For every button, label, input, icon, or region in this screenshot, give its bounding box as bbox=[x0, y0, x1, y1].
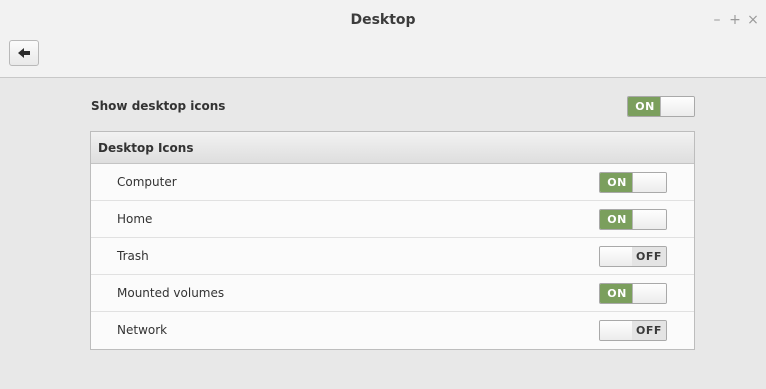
row-label: Computer bbox=[117, 175, 177, 189]
minimize-button[interactable]: – bbox=[708, 11, 726, 29]
switch-knob bbox=[600, 321, 634, 340]
switch-knob bbox=[632, 210, 666, 229]
switch-knob bbox=[660, 97, 694, 116]
computer-switch[interactable]: ON bbox=[599, 172, 667, 193]
close-button[interactable]: × bbox=[744, 11, 762, 29]
back-arrow-icon bbox=[18, 48, 30, 58]
back-button[interactable] bbox=[9, 40, 39, 66]
switch-knob bbox=[600, 247, 634, 266]
row-label: Home bbox=[117, 212, 153, 226]
row-label: Trash bbox=[117, 249, 149, 263]
switch-state-label: ON bbox=[628, 97, 662, 116]
window-title: Desktop bbox=[350, 12, 416, 28]
window-controls: – + × bbox=[708, 11, 762, 29]
title-bar: Desktop – + × bbox=[0, 0, 766, 78]
switch-state-label: OFF bbox=[632, 247, 666, 266]
desktop-icons-section: Desktop Icons Computer ON Home ON Trash … bbox=[90, 131, 695, 350]
network-switch[interactable]: OFF bbox=[599, 320, 667, 341]
show-desktop-icons-switch[interactable]: ON bbox=[627, 96, 695, 117]
list-item-home: Home ON bbox=[91, 201, 694, 238]
settings-content: Show desktop icons ON Desktop Icons Comp… bbox=[0, 78, 766, 389]
switch-knob bbox=[632, 284, 666, 303]
list-item-mounted-volumes: Mounted volumes ON bbox=[91, 275, 694, 312]
row-label: Mounted volumes bbox=[117, 286, 225, 300]
switch-state-label: ON bbox=[600, 284, 634, 303]
row-label: Network bbox=[117, 323, 168, 337]
switch-state-label: ON bbox=[600, 210, 634, 229]
list-item-network: Network OFF bbox=[91, 312, 694, 349]
switch-state-label: ON bbox=[600, 173, 634, 192]
list-item-trash: Trash OFF bbox=[91, 238, 694, 275]
maximize-button[interactable]: + bbox=[726, 11, 744, 29]
switch-knob bbox=[632, 173, 666, 192]
switch-state-label: OFF bbox=[632, 321, 666, 340]
mounted-volumes-switch[interactable]: ON bbox=[599, 283, 667, 304]
home-switch[interactable]: ON bbox=[599, 209, 667, 230]
section-header: Desktop Icons bbox=[91, 132, 694, 164]
trash-switch[interactable]: OFF bbox=[599, 246, 667, 267]
show-desktop-icons-label: Show desktop icons bbox=[91, 99, 226, 113]
show-desktop-icons-row: Show desktop icons ON bbox=[91, 96, 695, 118]
list-item-computer: Computer ON bbox=[91, 164, 694, 201]
